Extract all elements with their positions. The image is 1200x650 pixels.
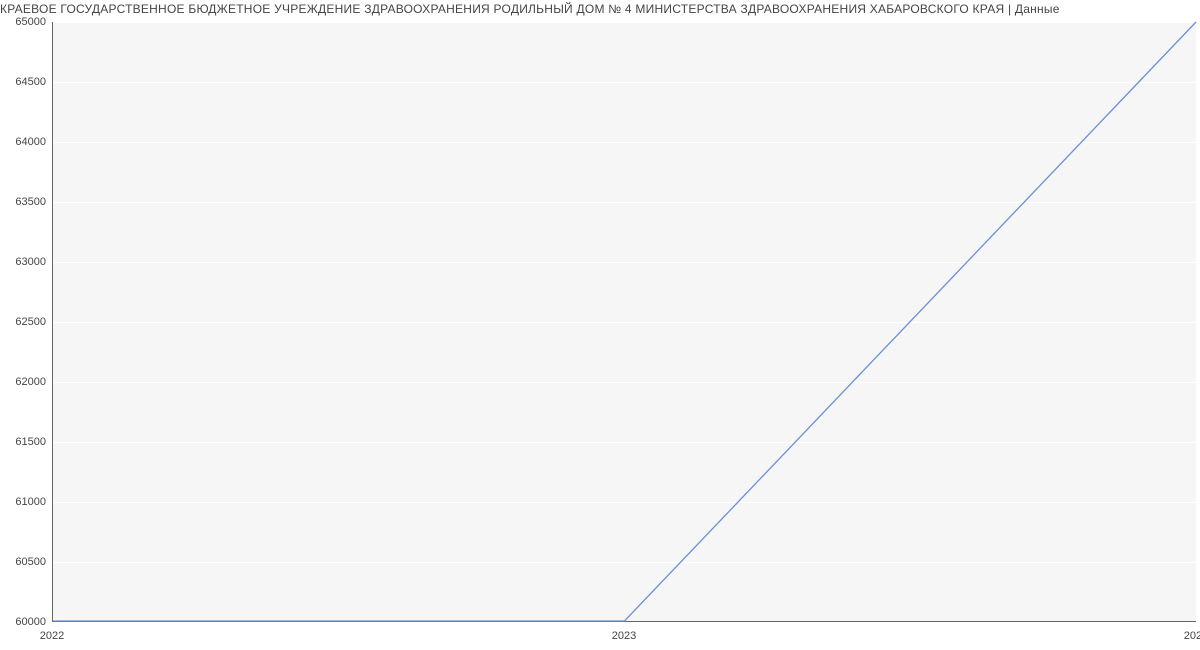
- chart-container: КРАЕВОЕ ГОСУДАРСТВЕННОЕ БЮДЖЕТНОЕ УЧРЕЖД…: [0, 0, 1200, 650]
- grid-line: [53, 622, 1196, 623]
- plot-area: [52, 22, 1196, 622]
- line-series: [53, 22, 1196, 621]
- y-tick-label: 60500: [0, 556, 46, 568]
- y-tick-label: 62500: [0, 316, 46, 328]
- x-tick-label: 2024: [1184, 630, 1200, 642]
- y-tick-label: 62000: [0, 376, 46, 388]
- y-tick-label: 61000: [0, 496, 46, 508]
- y-tick-label: 61500: [0, 436, 46, 448]
- x-tick-label: 2023: [612, 630, 636, 642]
- y-tick-label: 65000: [0, 16, 46, 28]
- y-tick-label: 64000: [0, 136, 46, 148]
- y-tick-label: 63500: [0, 196, 46, 208]
- y-tick-label: 63000: [0, 256, 46, 268]
- x-tick-label: 2022: [40, 630, 64, 642]
- data-line: [53, 22, 1196, 621]
- y-tick-label: 64500: [0, 76, 46, 88]
- chart-title: КРАЕВОЕ ГОСУДАРСТВЕННОЕ БЮДЖЕТНОЕ УЧРЕЖД…: [0, 0, 1200, 16]
- y-tick-label: 60000: [0, 616, 46, 628]
